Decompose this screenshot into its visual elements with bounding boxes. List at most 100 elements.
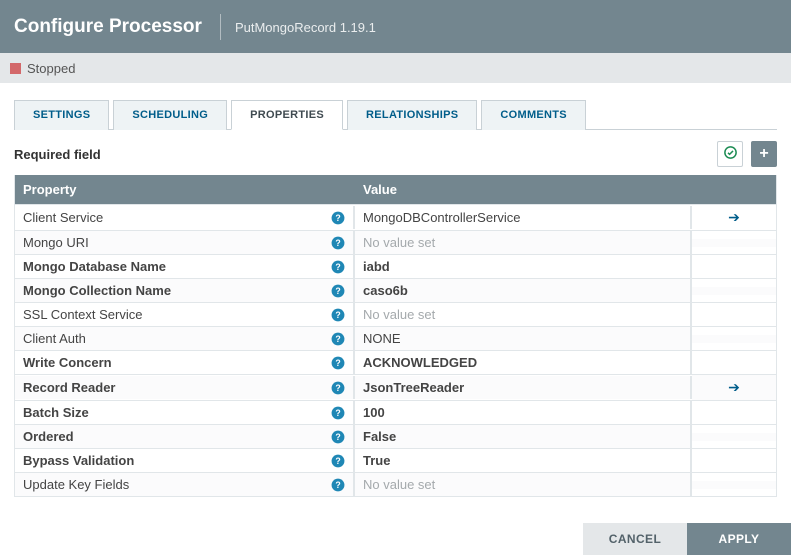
property-action-cell: [692, 457, 776, 465]
property-name-cell: Mongo URI?: [15, 231, 355, 254]
plus-icon: +: [759, 145, 768, 163]
stopped-icon: [10, 63, 21, 74]
property-row: Bypass Validation?True: [15, 448, 776, 472]
property-name-cell: Bypass Validation?: [15, 449, 355, 472]
processor-type: PutMongoRecord 1.19.1: [235, 20, 376, 35]
property-action-cell: [692, 239, 776, 247]
property-value-cell[interactable]: No value set: [355, 231, 692, 254]
property-name-cell: Client Service?: [15, 206, 355, 229]
help-icon[interactable]: ?: [331, 381, 345, 395]
tab-relationships[interactable]: RELATIONSHIPS: [347, 100, 477, 130]
help-icon[interactable]: ?: [331, 478, 345, 492]
svg-text:?: ?: [335, 261, 340, 271]
property-action-cell: [692, 433, 776, 441]
property-name: Batch Size: [23, 405, 89, 420]
property-action-cell: [692, 409, 776, 417]
property-value-cell[interactable]: No value set: [355, 303, 692, 326]
col-value: Value: [355, 175, 692, 204]
property-value-cell[interactable]: JsonTreeReader: [355, 376, 692, 399]
goto-arrow-icon[interactable]: ➔: [728, 379, 740, 396]
help-icon[interactable]: ?: [331, 430, 345, 444]
property-name-cell: Write Concern?: [15, 351, 355, 374]
property-name: Client Auth: [23, 331, 86, 346]
header-divider: [220, 14, 221, 40]
property-name-cell: Ordered?: [15, 425, 355, 448]
property-name-cell: Batch Size?: [15, 401, 355, 424]
property-name-cell: SSL Context Service?: [15, 303, 355, 326]
help-icon[interactable]: ?: [331, 260, 345, 274]
property-action-cell: [692, 481, 776, 489]
dialog-title: Configure Processor: [14, 16, 202, 38]
svg-text:?: ?: [335, 357, 340, 367]
apply-button[interactable]: APPLY: [687, 523, 791, 555]
property-value-cell[interactable]: No value set: [355, 473, 692, 496]
help-icon[interactable]: ?: [331, 211, 345, 225]
required-field-label: Required field: [14, 147, 101, 162]
svg-text:?: ?: [335, 309, 340, 319]
property-name-cell: Mongo Collection Name?: [15, 279, 355, 302]
tab-properties[interactable]: PROPERTIES: [231, 100, 343, 130]
property-name-cell: Update Key Fields?: [15, 473, 355, 496]
svg-text:?: ?: [335, 407, 340, 417]
property-row: Mongo URI?No value set: [15, 230, 776, 254]
tab-row: SETTINGS SCHEDULING PROPERTIES RELATIONS…: [14, 99, 777, 130]
property-action-cell: [692, 359, 776, 367]
help-icon[interactable]: ?: [331, 236, 345, 250]
help-icon[interactable]: ?: [331, 356, 345, 370]
cancel-button[interactable]: CANCEL: [583, 523, 687, 555]
property-action-cell: ➔: [692, 375, 776, 400]
config-processor-dialog: Configure Processor PutMongoRecord 1.19.…: [0, 0, 791, 555]
tab-settings[interactable]: SETTINGS: [14, 100, 109, 130]
property-row: Update Key Fields?No value set: [15, 472, 776, 496]
properties-table: Property Value Client Service?MongoDBCon…: [14, 175, 777, 497]
property-value-cell[interactable]: True: [355, 449, 692, 472]
property-name: SSL Context Service: [23, 307, 142, 322]
svg-text:?: ?: [335, 333, 340, 343]
svg-text:?: ?: [335, 431, 340, 441]
property-value-cell[interactable]: NONE: [355, 327, 692, 350]
help-icon[interactable]: ?: [331, 406, 345, 420]
property-value-cell[interactable]: False: [355, 425, 692, 448]
property-name: Bypass Validation: [23, 453, 134, 468]
tab-scheduling[interactable]: SCHEDULING: [113, 100, 227, 130]
tab-comments[interactable]: COMMENTS: [481, 100, 586, 130]
check-circle-icon: [723, 145, 738, 164]
status-bar: Stopped: [0, 53, 791, 83]
col-property: Property: [15, 175, 355, 204]
table-header: Property Value: [15, 175, 776, 204]
property-name: Mongo Database Name: [23, 259, 166, 274]
property-value-cell[interactable]: 100: [355, 401, 692, 424]
svg-text:?: ?: [335, 455, 340, 465]
property-value-cell[interactable]: ACKNOWLEDGED: [355, 351, 692, 374]
help-icon[interactable]: ?: [331, 284, 345, 298]
svg-text:?: ?: [335, 285, 340, 295]
help-icon[interactable]: ?: [331, 454, 345, 468]
property-name: Record Reader: [23, 380, 115, 395]
verify-button[interactable]: [717, 141, 743, 167]
properties-toolbar: Required field +: [14, 141, 777, 167]
property-row: Client Auth?NONE: [15, 326, 776, 350]
property-name: Ordered: [23, 429, 74, 444]
property-row: Mongo Collection Name?caso6b: [15, 278, 776, 302]
add-property-button[interactable]: +: [751, 141, 777, 167]
help-icon[interactable]: ?: [331, 308, 345, 322]
property-value-cell[interactable]: iabd: [355, 255, 692, 278]
property-value-cell[interactable]: caso6b: [355, 279, 692, 302]
property-row: Write Concern?ACKNOWLEDGED: [15, 350, 776, 374]
property-row: SSL Context Service?No value set: [15, 302, 776, 326]
property-row: Client Service?MongoDBControllerService ➔: [15, 204, 776, 230]
goto-arrow-icon[interactable]: ➔: [728, 209, 740, 226]
help-icon[interactable]: ?: [331, 332, 345, 346]
property-action-cell: [692, 311, 776, 319]
col-actions: [692, 175, 776, 204]
property-name-cell: Client Auth?: [15, 327, 355, 350]
property-value-cell[interactable]: MongoDBControllerService: [355, 206, 692, 229]
svg-text:?: ?: [335, 382, 340, 392]
status-label: Stopped: [27, 61, 75, 76]
property-name-cell: Record Reader?: [15, 376, 355, 399]
dialog-footer: CANCEL APPLY: [583, 523, 791, 555]
svg-text:?: ?: [335, 479, 340, 489]
property-action-cell: [692, 287, 776, 295]
property-row: Batch Size?100: [15, 400, 776, 424]
property-name: Write Concern: [23, 355, 112, 370]
